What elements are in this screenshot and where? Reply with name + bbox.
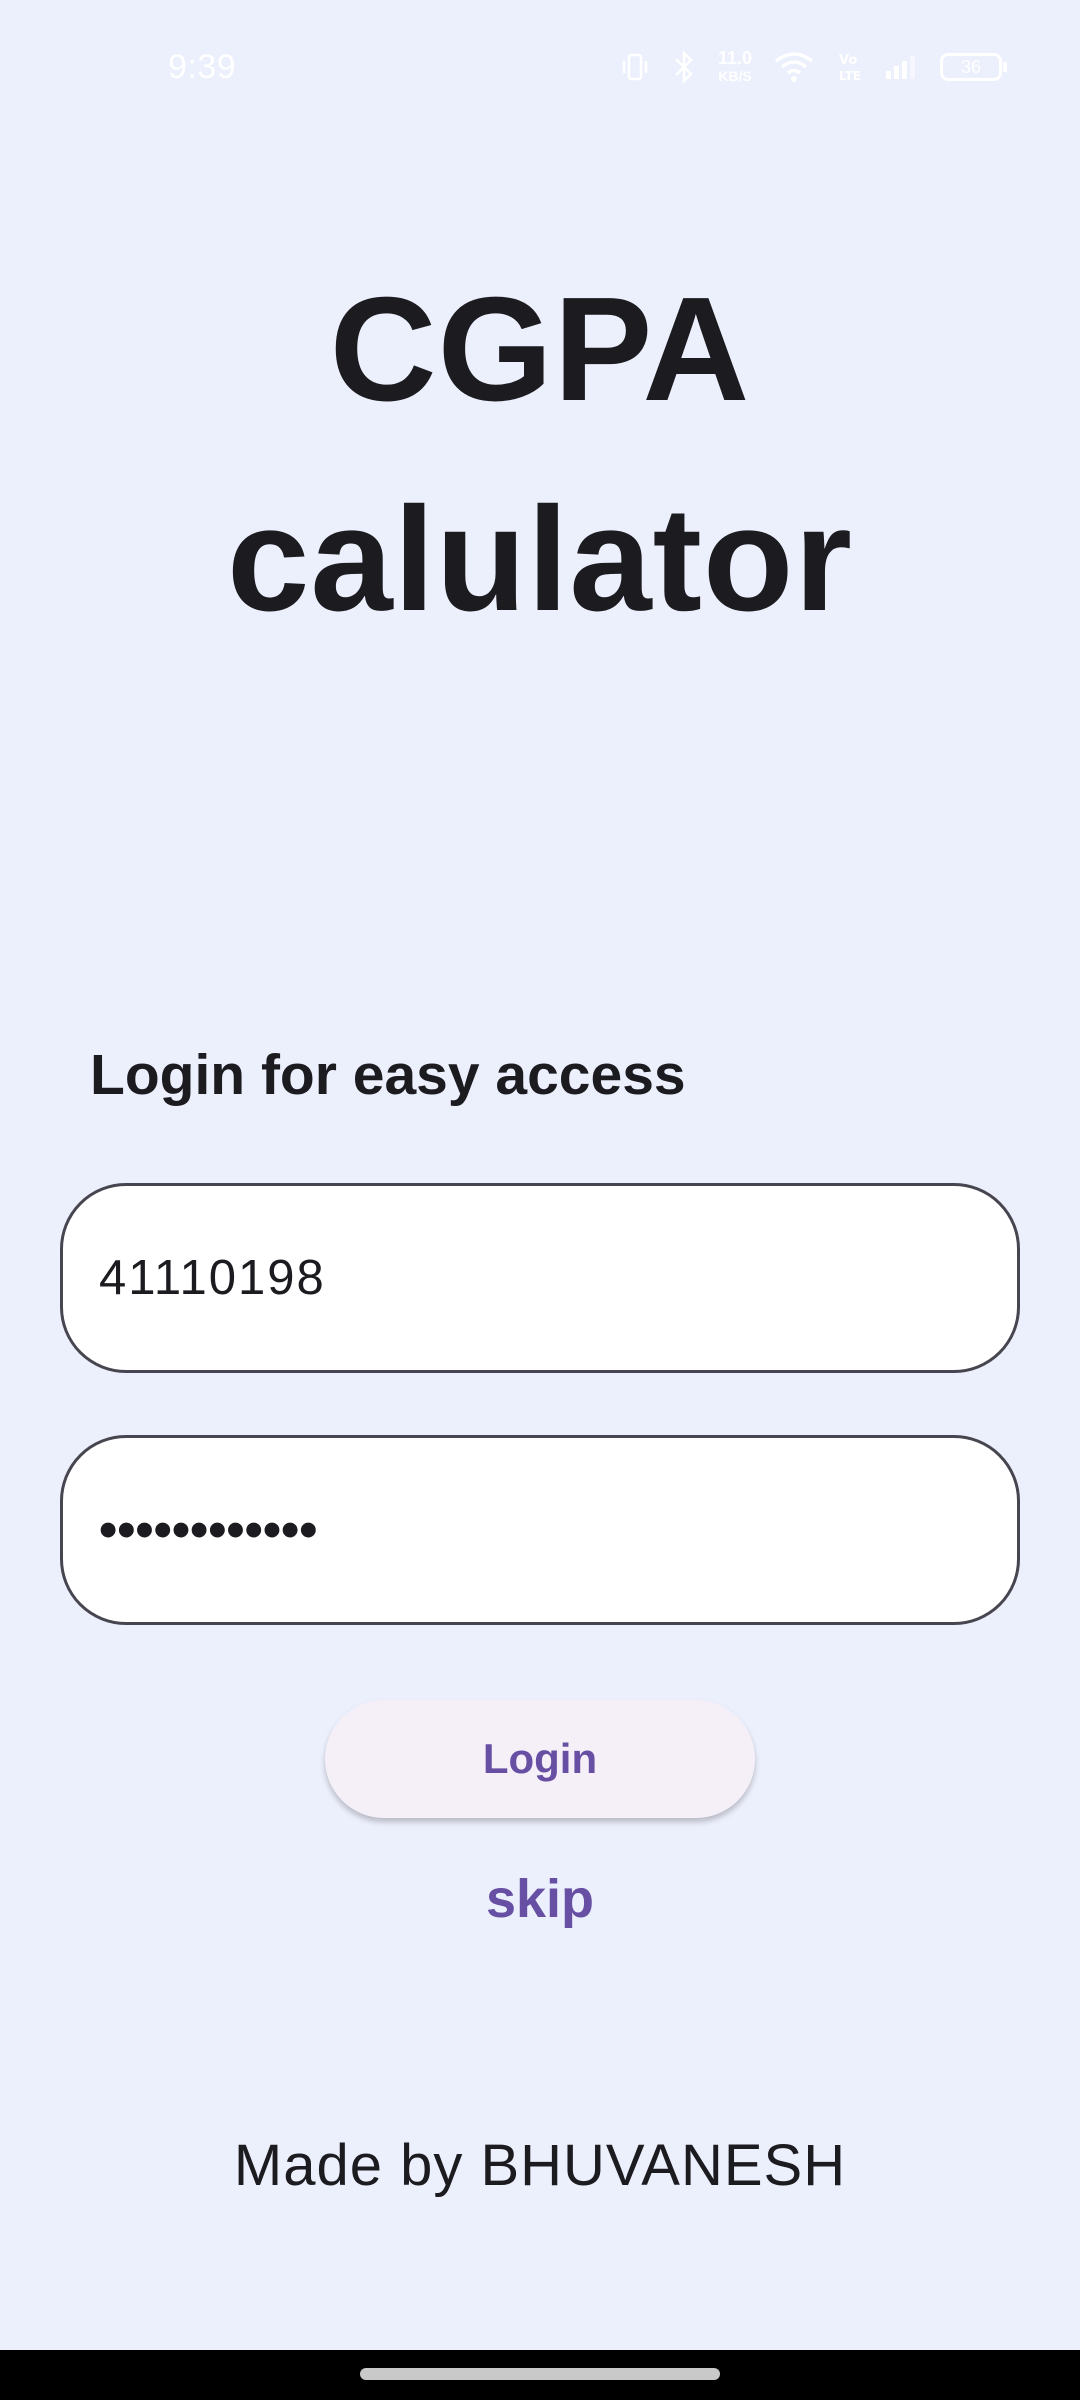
battery-level: 36: [961, 57, 982, 77]
status-time: 9:39: [168, 48, 237, 86]
svg-text:Vo: Vo: [839, 53, 857, 68]
net-speed: 11.0 KB/S: [718, 49, 752, 85]
app-title-line2: calulator: [227, 477, 853, 642]
net-speed-unit: KB/S: [718, 68, 752, 84]
bluetooth-icon: [675, 50, 693, 84]
password-field[interactable]: ••••••••••••: [60, 1435, 1020, 1625]
vibrate-icon: [622, 53, 648, 81]
password-value: ••••••••••••: [99, 1501, 318, 1559]
username-field[interactable]: 41110198: [60, 1183, 1020, 1373]
footer-credit: Made by BHUVANESH: [233, 2133, 847, 2198]
wifi-icon: [774, 52, 814, 82]
app-title: CGPA calulator: [0, 245, 1080, 665]
home-handle[interactable]: [360, 2368, 720, 2380]
net-speed-value: 11.0: [718, 48, 753, 68]
skip-link[interactable]: skip: [0, 1868, 1080, 1930]
login-button[interactable]: Login: [325, 1700, 755, 1818]
username-value: 41110198: [99, 1251, 326, 1305]
app-title-line1: CGPA: [329, 267, 751, 432]
status-icons: 11.0 KB/S Vo LTE 36: [620, 42, 1008, 92]
svg-text:LTE: LTE: [839, 69, 861, 83]
status-bar: 9:39 11.0 KB/S Vo LTE 36: [0, 0, 1080, 130]
navigation-bar: [0, 2350, 1080, 2400]
signal-icon: [886, 56, 916, 79]
volte-icon: Vo LTE: [839, 53, 861, 83]
battery-icon: 36: [940, 53, 1008, 81]
login-heading: Login for easy access: [90, 1043, 686, 1107]
